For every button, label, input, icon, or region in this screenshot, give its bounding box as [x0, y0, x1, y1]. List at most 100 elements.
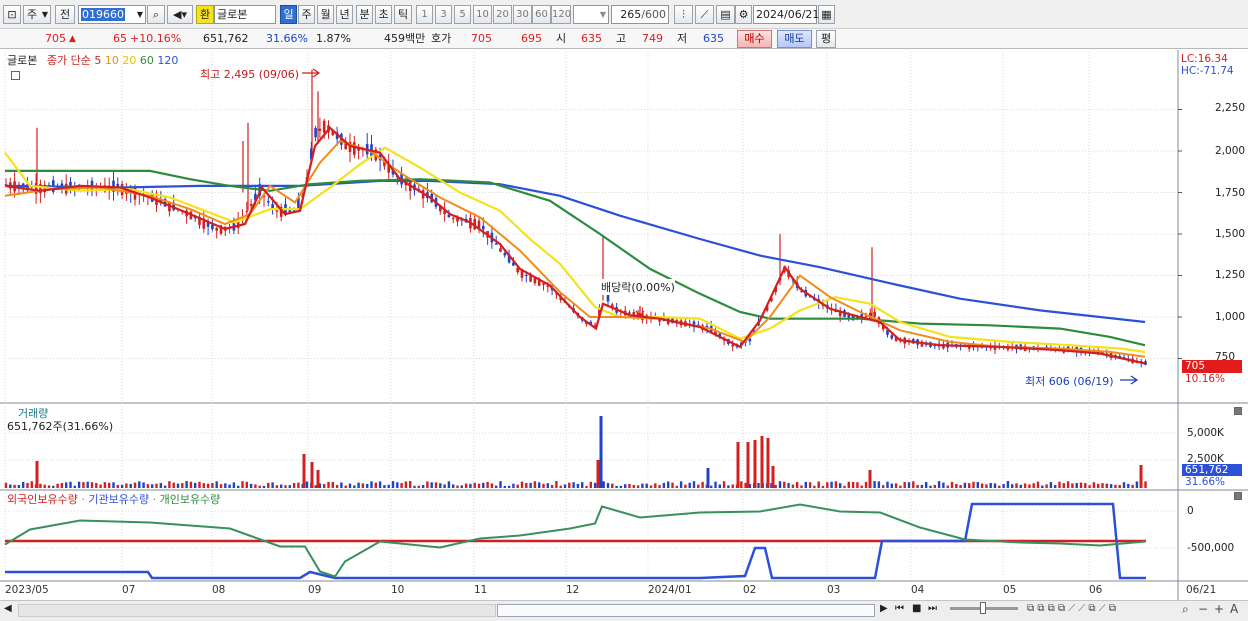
volume-bar	[912, 481, 915, 488]
dividend-annotation: 배당락(0.00%)	[601, 279, 675, 295]
volume-bar	[176, 483, 180, 488]
last-change-box: 10.16%	[1182, 373, 1242, 386]
volume-bar	[791, 484, 795, 488]
volume-bar	[9, 484, 12, 488]
volume-bar	[692, 481, 696, 488]
x-tick: 2024/01	[648, 584, 692, 596]
volume-bar	[688, 482, 691, 488]
volume-bar	[1002, 483, 1005, 488]
volume-bar	[1006, 481, 1010, 488]
volume-bar	[1045, 484, 1048, 488]
volume-bar	[697, 484, 700, 488]
volume-bar	[194, 482, 197, 488]
volume-bar	[834, 481, 838, 488]
scroll-last-icon[interactable]: ⏭	[928, 603, 937, 614]
scroll-track[interactable]	[18, 604, 496, 617]
volume-bar	[706, 468, 710, 488]
volume-bar	[417, 485, 420, 488]
volume-bar	[159, 483, 162, 488]
volume-bar	[925, 482, 928, 488]
panel-close-icon[interactable]	[1234, 492, 1242, 500]
volume-bar	[292, 483, 296, 488]
volume-bar	[280, 484, 283, 488]
chart-scrollbar[interactable]: ◀ ▶ ⏮ ■ ⏭ ⧉ ⧉ ⧉ ⧉ ⟋ ⟋ ⧉ ⟋ ⧉ ⌕ − + A	[0, 600, 1248, 621]
x-tick: 04	[911, 584, 925, 596]
volume-bar	[452, 484, 455, 488]
volume-bar	[305, 481, 309, 488]
volume-bar	[206, 483, 210, 488]
volume-bar	[959, 485, 962, 488]
y-tick-2000: 2,000	[1215, 145, 1246, 157]
holding-tick-500000: -500,000	[1187, 542, 1235, 554]
candle-body	[525, 274, 528, 276]
volume-bar	[189, 481, 193, 488]
volume-bar	[82, 482, 85, 488]
volume-bar	[585, 485, 588, 488]
institution-holding-label: 기관보유수량	[88, 493, 150, 506]
volume-bar	[228, 484, 231, 488]
volume-bar	[17, 485, 21, 488]
scroll-left-icon[interactable]: ◀	[4, 603, 12, 614]
stock-chart[interactable]	[0, 0, 1248, 621]
volume-bar	[821, 485, 825, 488]
volume-current: 651,762주(31.66%)	[7, 420, 114, 433]
y-tick-1000: 1,000	[1215, 311, 1246, 323]
x-tick: 06	[1089, 584, 1103, 596]
volume-bar	[477, 483, 481, 488]
last-volume-pct: 31.66%	[1182, 476, 1242, 489]
volume-bar	[839, 483, 842, 488]
candle-body	[314, 128, 317, 138]
zoom-out-icon[interactable]: −	[1198, 602, 1208, 616]
volume-bar	[714, 481, 717, 488]
volume-bar	[284, 485, 287, 488]
y-tick-1500: 1,500	[1215, 228, 1246, 240]
volume-bar	[1041, 485, 1044, 488]
y-tick-1750: 1,750	[1215, 187, 1246, 199]
volume-bar	[108, 482, 111, 488]
volume-bar	[976, 482, 979, 488]
volume-bar	[1122, 482, 1126, 488]
candle-body	[503, 253, 507, 256]
volume-bar	[215, 481, 218, 488]
volume-bar	[1023, 483, 1027, 488]
volume-bar	[374, 482, 377, 488]
volume-bar	[615, 485, 618, 488]
volume-bar	[4, 482, 8, 488]
x-tick: 08	[212, 584, 226, 596]
x-tick: 05	[1003, 584, 1017, 596]
volume-bar	[800, 485, 803, 488]
volume-bar	[1036, 481, 1040, 488]
grid-icon[interactable]	[11, 71, 20, 80]
volume-bar	[1062, 483, 1065, 488]
volume-bar	[830, 481, 833, 488]
volume-bar	[434, 482, 438, 488]
panel-close-icon[interactable]	[1234, 407, 1242, 415]
scroll-first-icon[interactable]: ⏮	[895, 603, 904, 614]
scroll-right-icon[interactable]: ▶	[880, 603, 888, 614]
volume-bar	[155, 483, 158, 488]
volume-bar	[99, 484, 102, 488]
volume-bar	[868, 470, 872, 488]
volume-bar	[980, 483, 984, 488]
volume-bar	[907, 482, 911, 488]
candle-body	[499, 248, 502, 252]
volume-bar	[327, 481, 330, 488]
volume-bar	[430, 482, 433, 488]
volume-bar	[473, 482, 476, 488]
scroll-thumb[interactable]	[497, 604, 875, 617]
pause-icon[interactable]: ■	[912, 603, 921, 614]
volume-bar	[35, 461, 39, 488]
zoom-slider-handle[interactable]	[980, 602, 986, 614]
text-tool-icon[interactable]: A	[1230, 602, 1238, 616]
volume-bar	[26, 482, 29, 488]
volume-bar	[538, 482, 541, 488]
candle-body	[249, 203, 253, 206]
zoom-icon[interactable]: ⌕	[1182, 602, 1189, 617]
zoom-in-icon[interactable]: +	[1214, 602, 1224, 616]
volume-bar	[1101, 483, 1104, 488]
volume-bar	[125, 483, 128, 488]
volume-bar	[404, 481, 408, 488]
volume-bar	[596, 460, 600, 488]
chart-tools-icon[interactable]: ⧉ ⧉ ⧉ ⧉ ⟋ ⟋ ⧉ ⟋ ⧉	[1027, 603, 1116, 614]
x-tick: 12	[566, 584, 580, 596]
